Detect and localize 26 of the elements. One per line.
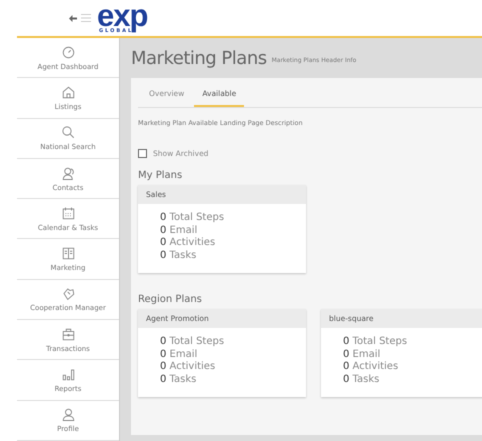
page-title: Marketing Plans: [131, 48, 267, 68]
plan-stat: 0 Total Steps: [160, 336, 224, 348]
person-icon: [60, 407, 76, 422]
plan-stat: 0 Activities: [343, 361, 398, 374]
plan-stat: 0 Tasks: [343, 374, 380, 386]
plan-stat: 0 Email: [160, 224, 198, 237]
section-title: Region Plans: [138, 294, 203, 305]
briefcase-icon: [60, 326, 76, 342]
calendar-icon: [60, 206, 76, 221]
plan-stat: 0 Activities: [160, 361, 216, 374]
plan-stat: 0 Total Steps: [343, 336, 408, 348]
plan-stat: 0 Tasks: [160, 250, 196, 262]
bar-chart-icon: [60, 367, 76, 382]
people-icon: [60, 166, 76, 181]
plan-stat: 0 Tasks: [160, 374, 196, 386]
checkbox[interactable]: [138, 149, 147, 158]
section-title: My Plans: [138, 170, 184, 181]
search-icon: [60, 125, 76, 140]
gauge-icon: [60, 44, 76, 60]
back-arrow-icon[interactable]: [69, 14, 77, 22]
plan-stat: 0 Email: [160, 348, 198, 361]
plan-stat: 0 Email: [343, 348, 380, 361]
house-icon: [60, 84, 76, 100]
book-icon: [60, 246, 76, 262]
plan-stat: 0 Activities: [160, 237, 216, 250]
plan-stat: 0 Total Steps: [160, 212, 224, 224]
